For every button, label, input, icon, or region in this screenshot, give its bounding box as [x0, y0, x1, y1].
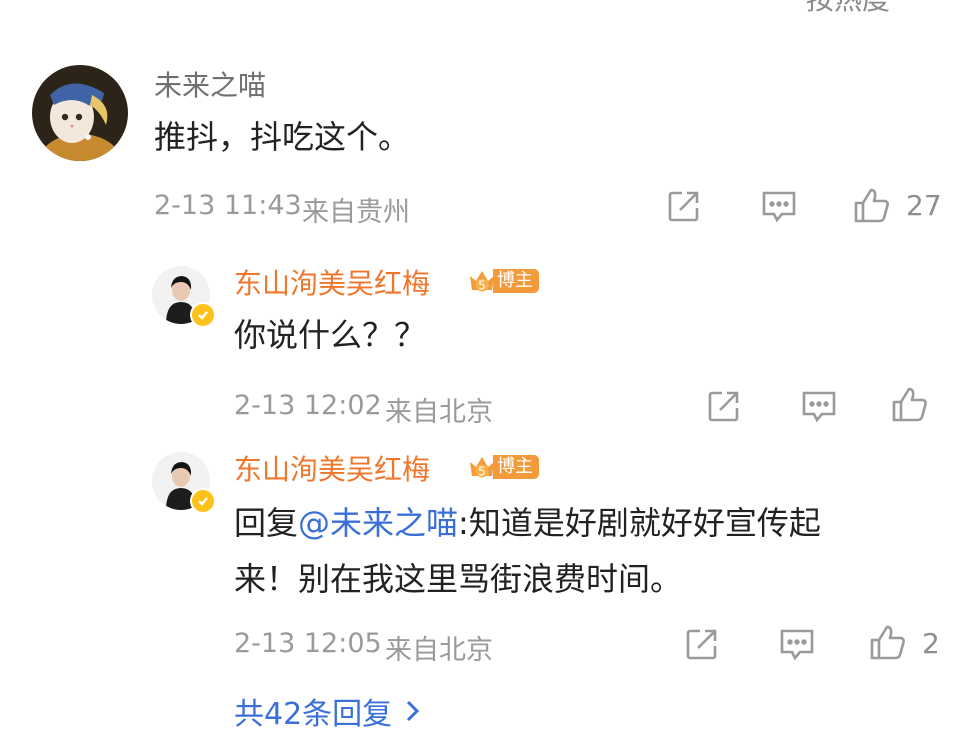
sort-by-hot-label[interactable]: 按热度 [806, 0, 890, 18]
reply-location: 来自北京 [385, 397, 493, 428]
thumbs-up-icon[interactable] [890, 385, 930, 429]
comment-icon[interactable] [800, 388, 838, 428]
commenter-username[interactable]: 未来之喵 [154, 64, 266, 104]
comment-timestamp: 2-13 11:43 [154, 190, 302, 221]
thumbs-up-icon[interactable] [852, 186, 892, 230]
comment-icon[interactable] [760, 188, 798, 228]
reply-username[interactable]: 东山洵美吴红梅 [234, 262, 430, 302]
comment-text: 推抖，抖吃这个。 [154, 118, 411, 156]
blogger-badge[interactable]: 5 博主 [467, 266, 539, 296]
blogger-badge-label: 博主 [493, 269, 539, 293]
share-icon[interactable] [706, 388, 742, 428]
reply-text-line-2: 来！别在我这里骂街浪费时间。 [234, 560, 683, 598]
reply-username[interactable]: 东山洵美吴红梅 [234, 448, 430, 488]
share-icon[interactable] [666, 188, 702, 228]
reply-prefix: 回复 [234, 504, 299, 542]
reply-text: :知道是好剧就好好宣传起 [458, 504, 821, 542]
svg-text:5: 5 [478, 279, 486, 293]
comment-location: 来自贵州 [302, 197, 410, 228]
commenter-avatar[interactable] [32, 65, 128, 161]
like-count: 27 [906, 189, 942, 222]
share-icon[interactable] [684, 626, 720, 666]
blogger-badge[interactable]: 5 博主 [467, 452, 539, 482]
blogger-badge-label: 博主 [493, 455, 539, 479]
reply-timestamp: 2-13 12:05 [234, 628, 382, 659]
reply-timestamp: 2-13 12:02 [234, 390, 382, 421]
svg-text:5: 5 [478, 465, 486, 479]
mention-link[interactable]: @未来之喵 [298, 504, 458, 542]
verified-badge-icon [190, 488, 216, 514]
chevron-right-icon [407, 700, 420, 722]
more-replies-link[interactable]: 共42条回复 [234, 689, 424, 733]
comment-icon[interactable] [778, 626, 816, 666]
verified-badge-icon [190, 302, 216, 328]
thumbs-up-icon[interactable] [868, 623, 908, 667]
more-replies-label: 共42条回复 [234, 697, 393, 732]
reply-text-line-1: 回复@未来之喵:知道是好剧就好好宣传起 [234, 496, 821, 550]
reply-text: 你说什么？？ [234, 316, 427, 354]
like-count: 2 [922, 627, 940, 660]
reply-location: 来自北京 [385, 635, 493, 666]
